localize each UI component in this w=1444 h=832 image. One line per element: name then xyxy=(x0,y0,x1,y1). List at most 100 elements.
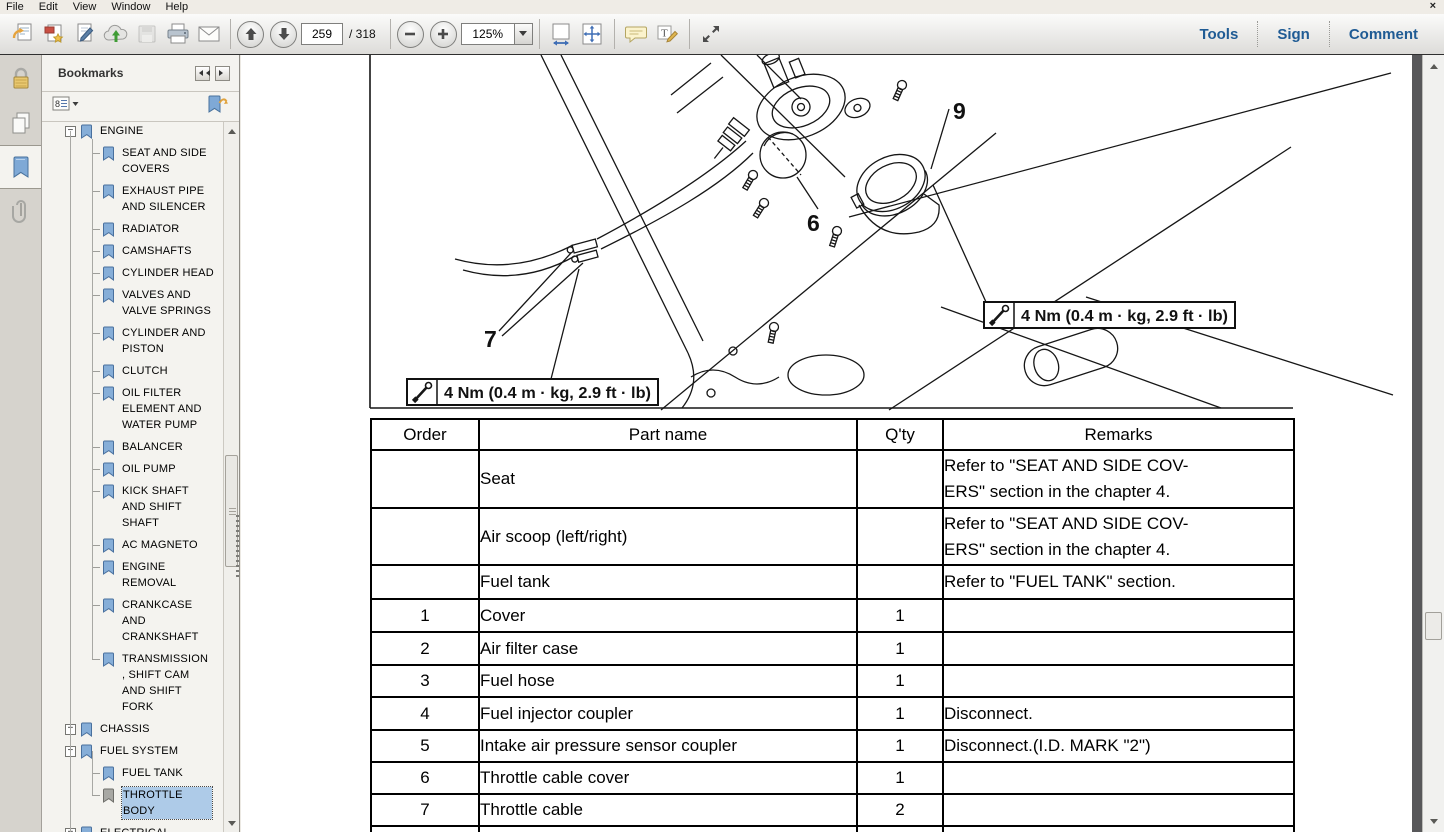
page-number-input[interactable] xyxy=(301,23,343,45)
bookmark-label: CYLINDER AND PISTON xyxy=(122,325,206,357)
bookmark-label: FUEL SYSTEM xyxy=(100,743,178,759)
next-page-icon[interactable] xyxy=(270,21,297,48)
tree-connector xyxy=(92,491,100,492)
bookmark-label: RADIATOR xyxy=(122,221,179,237)
text-annotation-icon[interactable]: T xyxy=(652,18,683,51)
part-name-cell: Fuel injector coupler xyxy=(479,697,857,730)
sign-button[interactable]: Sign xyxy=(1258,26,1329,43)
zoom-dropdown-caret[interactable] xyxy=(515,23,533,45)
page-thumbnails-icon[interactable] xyxy=(0,101,41,145)
bookmarks-panel: Bookmarks 8 −ENGINESEAT AND SIDE COVERSE… xyxy=(42,55,240,832)
toolbar-separator xyxy=(689,19,690,49)
bookmarks-panel-header: Bookmarks xyxy=(42,55,239,92)
fullscreen-icon[interactable] xyxy=(696,18,727,51)
comment-bubble-icon[interactable] xyxy=(621,18,652,51)
bookmarks-options-row: 8 xyxy=(42,92,239,122)
bookmark-label: BALANCER xyxy=(122,439,183,455)
table-header-row: OrderPart nameQ'tyRemarks xyxy=(371,419,1294,450)
comment-button[interactable]: Comment xyxy=(1330,26,1437,43)
qty-cell: 1 xyxy=(857,697,943,730)
collapse-panel-icon[interactable] xyxy=(195,66,210,81)
scroll-down-icon[interactable] xyxy=(224,818,239,832)
close-window-button[interactable]: × xyxy=(1430,0,1436,13)
part-name-cell: Air scoop (left/right) xyxy=(479,508,857,565)
upload-to-cloud-icon[interactable] xyxy=(100,18,131,51)
options-list-icon[interactable]: 8 xyxy=(52,96,80,117)
tree-connector xyxy=(92,469,100,470)
bookmark-label: OIL PUMP xyxy=(122,461,176,477)
scroll-up-icon[interactable] xyxy=(1423,56,1444,72)
bookmark-icon xyxy=(80,124,93,139)
attachments-icon[interactable] xyxy=(0,189,41,233)
save-icon[interactable] xyxy=(131,18,162,51)
table-row: Fuel tankRefer to "FUEL TANK" section. xyxy=(371,565,1294,599)
menu-file[interactable]: File xyxy=(6,1,24,13)
bookmark-icon xyxy=(102,598,115,613)
tree-connector xyxy=(92,773,100,774)
bookmark-icon xyxy=(102,538,115,553)
part-name-cell: Throttle cable xyxy=(479,794,857,826)
order-cell: 4 xyxy=(371,697,479,730)
order-cell xyxy=(371,826,479,832)
bookmark-icon xyxy=(102,462,115,477)
svg-text:8: 8 xyxy=(55,99,60,109)
order-cell: 1 xyxy=(371,599,479,632)
create-pdf-icon[interactable] xyxy=(38,18,69,51)
order-cell xyxy=(371,450,479,508)
part-name-cell: Intake air pressure sensor coupler xyxy=(479,730,857,762)
sign-and-fill-icon[interactable] xyxy=(69,18,100,51)
bookmark-label: OIL FILTER ELEMENT AND WATER PUMP xyxy=(122,385,202,433)
table-row: 6Throttle cable cover1 xyxy=(371,762,1294,794)
order-cell: 5 xyxy=(371,730,479,762)
fit-width-icon[interactable] xyxy=(546,18,577,51)
document-scrollbar-thumb[interactable] xyxy=(1425,612,1442,640)
menu-help[interactable]: Help xyxy=(165,1,188,13)
menu-view[interactable]: View xyxy=(73,1,97,13)
qty-cell xyxy=(857,450,943,508)
expand-current-bookmark-icon[interactable] xyxy=(206,94,229,119)
bookmark-label: FUEL TANK xyxy=(122,765,183,781)
bookmarks-panel-icon[interactable] xyxy=(0,145,41,189)
email-icon[interactable] xyxy=(193,18,224,51)
tree-connector xyxy=(92,393,100,394)
tree-connector xyxy=(92,191,100,192)
bookmark-icon xyxy=(102,766,115,781)
bookmark-icon xyxy=(102,288,115,303)
bookmark-label: ENGINE REMOVAL xyxy=(122,559,176,591)
bookmark-icon xyxy=(102,326,115,341)
bookmark-icon xyxy=(102,244,115,259)
zoom-level-value[interactable]: 125% xyxy=(461,23,515,45)
toolbar-separator xyxy=(230,19,231,49)
column-header: Q'ty xyxy=(857,419,943,450)
menu-edit[interactable]: Edit xyxy=(39,1,58,13)
sidebar-scrollbar[interactable] xyxy=(223,122,239,832)
lock-icon[interactable] xyxy=(0,57,41,101)
open-icon[interactable] xyxy=(7,18,38,51)
acrobat-window: FileEditViewWindowHelp × / 318 125% T To… xyxy=(0,0,1444,832)
table-row: 5Intake air pressure sensor coupler1Disc… xyxy=(371,730,1294,762)
table-row: 3Fuel hose1 xyxy=(371,665,1294,697)
tools-button[interactable]: Tools xyxy=(1180,26,1257,43)
scroll-up-icon[interactable] xyxy=(224,122,239,136)
zoom-out-icon[interactable] xyxy=(397,21,424,48)
bookmark-label: EXHAUST PIPE AND SILENCER xyxy=(122,183,206,215)
navigation-strip xyxy=(0,55,42,832)
panel-resize-grip[interactable] xyxy=(236,515,239,579)
zoom-in-icon[interactable] xyxy=(430,21,457,48)
remarks-cell: Disconnect. xyxy=(943,697,1294,730)
panel-menu-icon[interactable] xyxy=(215,66,230,81)
bookmark-icon xyxy=(102,560,115,575)
fit-page-icon[interactable] xyxy=(577,18,608,51)
menu-window[interactable]: Window xyxy=(111,1,150,13)
part-name-cell: Cover xyxy=(479,599,857,632)
document-scrollbar[interactable] xyxy=(1422,55,1444,832)
main-area: Bookmarks 8 −ENGINESEAT AND SIDE COVERSE… xyxy=(0,55,1444,832)
print-icon[interactable] xyxy=(162,18,193,51)
svg-text:T: T xyxy=(661,28,668,40)
panel-title: Bookmarks xyxy=(58,66,123,80)
previous-page-icon[interactable] xyxy=(237,21,264,48)
bookmark-icon xyxy=(102,222,115,237)
remarks-cell xyxy=(943,665,1294,697)
scroll-down-icon[interactable] xyxy=(1423,815,1444,831)
bookmark-label: SEAT AND SIDE COVERS xyxy=(122,145,207,177)
